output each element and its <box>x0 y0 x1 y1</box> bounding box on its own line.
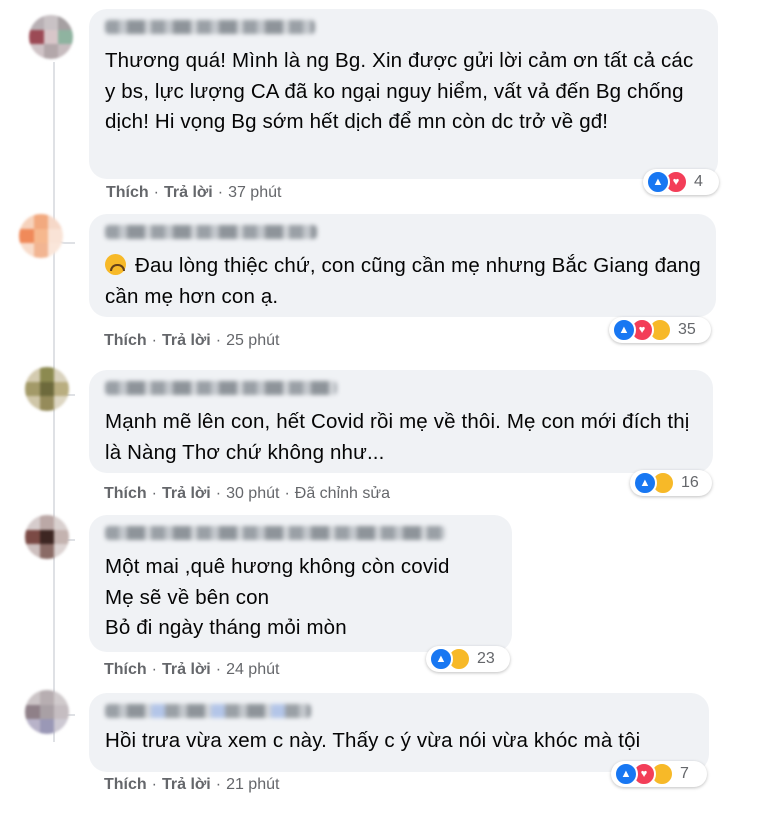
comment-actions: Thích · Trả lời · 30 phút · Đã chỉnh sửa <box>104 485 390 503</box>
like-icon: ▲ <box>612 318 636 342</box>
commenter-name[interactable] <box>105 526 445 540</box>
comment-actions: Thích · Trả lời · 25 phút <box>104 332 279 350</box>
like-icon: ▲ <box>633 471 657 495</box>
upside-down-face-icon <box>105 254 126 275</box>
like-button[interactable]: Thích <box>104 332 147 350</box>
comment-text-body: Đau lòng thiệc chứ, con cũng cần mẹ nhưn… <box>105 254 701 308</box>
reply-button[interactable]: Trả lời <box>164 184 213 202</box>
timestamp[interactable]: 25 phút <box>226 332 279 350</box>
comment-text: Một mai ,quê hương không còn covid Mẹ sẽ… <box>105 555 450 639</box>
separator: · <box>215 332 222 349</box>
reaction-summary[interactable]: ▲ 23 <box>426 646 510 672</box>
comment-bubble: Một mai ,quê hương không còn covid Mẹ sẽ… <box>89 515 512 652</box>
comment-bubble: Thương quá! Mình là ng Bg. Xin được gửi … <box>89 9 718 179</box>
avatar[interactable] <box>25 367 69 411</box>
timestamp[interactable]: 24 phút <box>226 661 279 679</box>
reaction-summary[interactable]: ▲ 16 <box>630 470 712 496</box>
timestamp[interactable]: 30 phút <box>226 485 279 503</box>
commenter-name[interactable] <box>105 381 337 395</box>
comment-text: Hồi trưa vừa xem c này. Thấy c ý vừa nói… <box>105 729 641 752</box>
commenter-name[interactable] <box>105 20 315 34</box>
reply-button[interactable]: Trả lời <box>162 776 211 794</box>
like-button[interactable]: Thích <box>104 485 147 503</box>
comment-actions: Thích · Trả lời · 37 phút <box>106 184 281 202</box>
separator: · <box>151 661 157 678</box>
comment-bubble: Hồi trưa vừa xem c này. Thấy c ý vừa nói… <box>89 693 709 772</box>
avatar[interactable] <box>29 15 73 59</box>
reply-button[interactable]: Trả lời <box>162 661 211 679</box>
comment-actions: Thích · Trả lời · 21 phút <box>104 776 279 794</box>
reaction-count: 16 <box>681 474 699 491</box>
reaction-summary[interactable]: ▲ ♥ 4 <box>643 169 719 195</box>
like-button[interactable]: Thích <box>104 661 147 679</box>
comment-actions: Thích · Trả lời · 24 phút <box>104 661 279 679</box>
timestamp[interactable]: 37 phút <box>228 184 281 202</box>
like-button[interactable]: Thích <box>106 184 149 202</box>
reaction-summary[interactable]: ▲ ♥ 7 <box>611 761 707 787</box>
timestamp[interactable]: 21 phút <box>226 776 279 794</box>
like-icon: ▲ <box>429 647 453 671</box>
like-icon: ▲ <box>646 170 670 194</box>
comment-text: Mạnh mẽ lên con, hết Covid rồi mẹ về thô… <box>105 410 690 464</box>
commenter-name[interactable] <box>105 225 317 239</box>
separator: · <box>151 776 157 793</box>
separator: · <box>217 184 224 201</box>
avatar[interactable] <box>25 690 69 734</box>
reaction-summary[interactable]: ▲ ♥ 35 <box>609 317 711 343</box>
reaction-count: 23 <box>477 650 495 667</box>
separator: · <box>215 776 222 793</box>
reaction-count: 7 <box>680 765 689 782</box>
avatar[interactable] <box>25 515 69 559</box>
reaction-count: 4 <box>694 173 703 190</box>
separator: · <box>151 485 157 502</box>
separator: · <box>215 485 222 502</box>
like-button[interactable]: Thích <box>104 776 147 794</box>
edited-label[interactable]: Đã chỉnh sửa <box>295 485 390 503</box>
separator: · <box>284 485 290 502</box>
avatar[interactable] <box>19 214 63 258</box>
comment-bubble: Mạnh mẽ lên con, hết Covid rồi mẹ về thô… <box>89 370 713 473</box>
reaction-count: 35 <box>678 321 696 338</box>
comment-text: Thương quá! Mình là ng Bg. Xin được gửi … <box>105 49 694 133</box>
separator: · <box>151 332 157 349</box>
comment-bubble: Đau lòng thiệc chứ, con cũng cần mẹ nhưn… <box>89 214 716 317</box>
reply-button[interactable]: Trả lời <box>162 332 211 350</box>
comment-text: Đau lòng thiệc chứ, con cũng cần mẹ nhưn… <box>105 251 702 312</box>
reply-button[interactable]: Trả lời <box>162 485 211 503</box>
like-icon: ▲ <box>614 762 638 786</box>
commenter-name[interactable] <box>105 704 311 718</box>
separator: · <box>215 661 222 678</box>
separator: · <box>153 184 159 201</box>
